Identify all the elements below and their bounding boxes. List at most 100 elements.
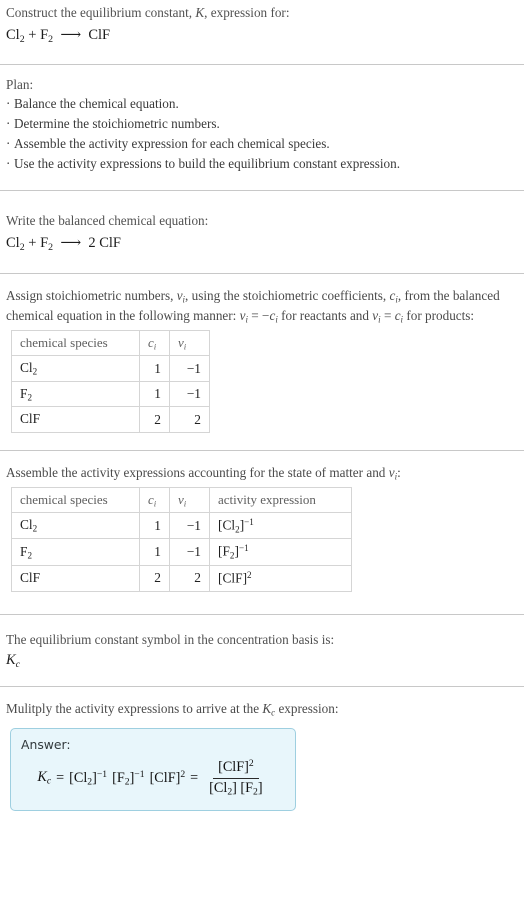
plan-item-3-label: Assemble the activity expression for eac…: [14, 135, 330, 151]
bullet-icon: ·: [6, 96, 11, 112]
answer-label: Answer:: [21, 737, 71, 752]
multiply-paragraph: Mulitply the activity expressions to arr…: [6, 699, 518, 720]
cell-c: 1: [139, 380, 170, 408]
table-head: chemical species ci νi: [11, 329, 210, 357]
species-formula: ClF: [20, 570, 41, 585]
plan-item-2: · Determine the stoichiometric numbers.: [6, 114, 518, 134]
answer-section: Mulitply the activity expressions to arr…: [0, 699, 524, 811]
beq-reactant-1-sub: 2: [19, 241, 25, 253]
table-row: Cl2 1 −1 [Cl2]−1: [11, 512, 352, 540]
cell-nu: −1: [169, 512, 210, 540]
cell-activity: [F2]−1: [209, 538, 352, 566]
plan-section: Plan: · Balance the chemical equation. · D…: [0, 77, 524, 173]
plan-item-4-label: Use the activity expressions to build th…: [14, 155, 401, 171]
multiply-text-2: expression:: [275, 701, 339, 717]
cell-species: F2: [11, 538, 140, 566]
question-prompt-pre: Construct the equilibrium constant,: [6, 5, 196, 20]
denom-term-2-open: [F: [240, 779, 254, 796]
cell-nu: −1: [169, 355, 210, 382]
cell-nu: −1: [169, 380, 210, 408]
header-c-sub: i: [153, 341, 157, 352]
plan-list: · Balance the chemical equation. · Determi…: [6, 94, 518, 173]
species-sub: 2: [27, 392, 33, 403]
assign-paragraph: Assign stoichiometric numbers, νi, using…: [6, 286, 518, 327]
answer-equals-1: =: [56, 769, 65, 786]
table-head: chemical species ci νi activity expressi…: [11, 486, 352, 514]
assign-text-4: for reactants and: [277, 308, 373, 324]
answer-kc-k: K: [37, 769, 47, 786]
beq-reactant-2: F: [40, 235, 49, 252]
kc-symbol-sub: c: [15, 658, 21, 670]
denom-term-2-close: ]: [257, 779, 263, 796]
cell-c: 1: [139, 512, 170, 540]
balanced-equation-section: Write the balanced chemical equation: Cl…: [0, 208, 524, 255]
table-header-row: chemical species ci νi: [11, 329, 210, 357]
assign-equals-2: =: [380, 308, 395, 324]
species-formula: Cl: [20, 360, 33, 376]
eq-arrow-icon: ⟶: [60, 26, 82, 43]
activity-exponent: −1: [244, 517, 254, 528]
assemble-text-1: Assemble the activity expressions accoun…: [6, 465, 389, 481]
beq-reactant-1: Cl: [6, 235, 20, 252]
answer-term-1: [Cl2]−1: [69, 769, 107, 788]
cell-c: 2: [139, 564, 170, 592]
kc-symbol-k: K: [6, 651, 16, 668]
cell-c: 2: [139, 406, 170, 434]
cell-nu: −1: [169, 538, 210, 566]
answer-equals-2: =: [190, 769, 199, 786]
plan-label: Plan:: [6, 77, 34, 93]
answer-term-3-exp: 2: [180, 769, 186, 781]
answer-denominator: [Cl2] [F2]: [204, 779, 267, 799]
solution-page: Construct the equilibrium constant, K, e…: [0, 0, 524, 811]
species-sub: 2: [32, 523, 38, 534]
plan-item-2-label: Determine the stoichiometric numbers.: [14, 116, 220, 132]
denom-term-1-close: ]: [232, 779, 237, 796]
table-row: F2 1 −1: [11, 380, 210, 408]
cell-c: 1: [139, 538, 170, 566]
assemble-section: Assemble the activity expressions accoun…: [0, 463, 524, 592]
header-nu: νi: [169, 486, 210, 514]
numerator-open: [ClF: [218, 759, 245, 776]
answer-formula: Kc = [Cl2]−1 [F2]−1 [ClF]2 = [ClF]2 [Cl2…: [21, 758, 285, 799]
bullet-icon: ·: [6, 155, 11, 171]
cell-species: F2: [11, 380, 140, 408]
header-c: ci: [139, 329, 170, 357]
table-row: Cl2 1 −1: [11, 355, 210, 382]
beq-plus: +: [28, 235, 37, 252]
question-k-symbol: K: [195, 5, 205, 20]
activity-exponent: −1: [238, 543, 249, 554]
cell-species: ClF: [11, 564, 140, 592]
activity-open: [F: [218, 544, 230, 560]
cell-species: ClF: [11, 406, 140, 434]
assign-equals-1: = −: [248, 308, 270, 324]
cell-species: Cl2: [11, 512, 140, 540]
table-body: Cl2 1 −1 [Cl2]−1 F2 1 −1 [F2]−1 ClF 2 2 …: [11, 512, 352, 592]
answer-numerator: [ClF]2: [213, 758, 259, 779]
eq-plus: +: [28, 26, 37, 43]
activity-expression-table: chemical species ci νi activity expressi…: [11, 486, 352, 592]
eq-reactant-2-sub: 2: [48, 33, 54, 45]
cell-nu: 2: [169, 564, 210, 592]
answer-term-3-open: [ClF: [149, 770, 176, 787]
header-nu: νi: [169, 329, 210, 357]
activity-open: [ClF: [218, 570, 243, 586]
plan-item-4: · Use the activity expressions to build t…: [6, 154, 518, 174]
answer-term-1-exp: −1: [96, 768, 108, 780]
stoichiometric-numbers-table: chemical species ci νi Cl2 1 −1 F2 1 −1 …: [11, 329, 210, 434]
beq-coefficient: 2: [88, 235, 96, 252]
header-nu-sub: i: [183, 498, 187, 509]
species-formula: ClF: [20, 411, 41, 427]
numerator-exp: 2: [248, 758, 254, 769]
header-c-sub: i: [153, 498, 157, 509]
species-sub: 2: [27, 550, 33, 561]
species-formula: Cl: [20, 517, 33, 533]
header-activity-expression: activity expression: [209, 486, 352, 514]
table-row: F2 1 −1 [F2]−1: [11, 538, 352, 566]
